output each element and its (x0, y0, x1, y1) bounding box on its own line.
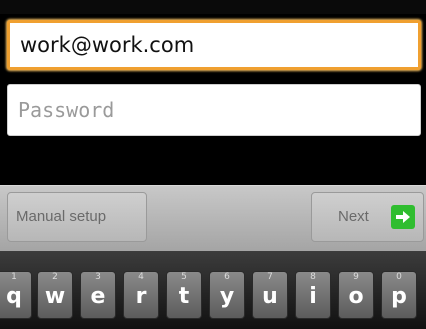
key-y-letter: y (219, 284, 235, 309)
password-field[interactable]: Password (7, 84, 421, 136)
key-r-letter: r (135, 284, 147, 309)
next-button[interactable]: Next (311, 192, 424, 242)
key-w-letter: w (44, 284, 66, 309)
account-setup-screen: work@work.com Password Manual setup Next… (0, 0, 426, 329)
key-o-letter: o (348, 284, 364, 309)
key-i-letter: i (309, 284, 317, 309)
manual-setup-label: Manual setup (16, 208, 107, 225)
key-t-letter: t (178, 284, 190, 309)
key-q-letter: q (6, 284, 22, 309)
key-p-letter: p (391, 284, 407, 309)
key-u[interactable]: 7 u (252, 271, 288, 319)
key-o[interactable]: 9 o (338, 271, 374, 319)
key-e-letter: e (90, 284, 106, 309)
key-w[interactable]: 2 w (37, 271, 73, 319)
key-t[interactable]: 5 t (166, 271, 202, 319)
key-p[interactable]: 0 p (381, 271, 417, 319)
key-e[interactable]: 3 e (80, 271, 116, 319)
next-label: Next (338, 208, 369, 225)
email-field[interactable]: work@work.com (7, 20, 421, 70)
key-r[interactable]: 4 r (123, 271, 159, 319)
soft-keyboard: 1 q 2 w 3 e 4 r 5 t 6 y 7 u 8 i 9 o 0 p (0, 251, 426, 329)
key-u-letter: u (262, 284, 278, 309)
key-i[interactable]: 8 i (295, 271, 331, 319)
button-bar: Manual setup Next (0, 185, 426, 252)
key-y[interactable]: 6 y (209, 271, 245, 319)
top-strip (0, 0, 426, 14)
key-q[interactable]: 1 q (0, 271, 32, 319)
arrow-right-icon (391, 205, 415, 229)
manual-setup-button[interactable]: Manual setup (7, 192, 147, 242)
